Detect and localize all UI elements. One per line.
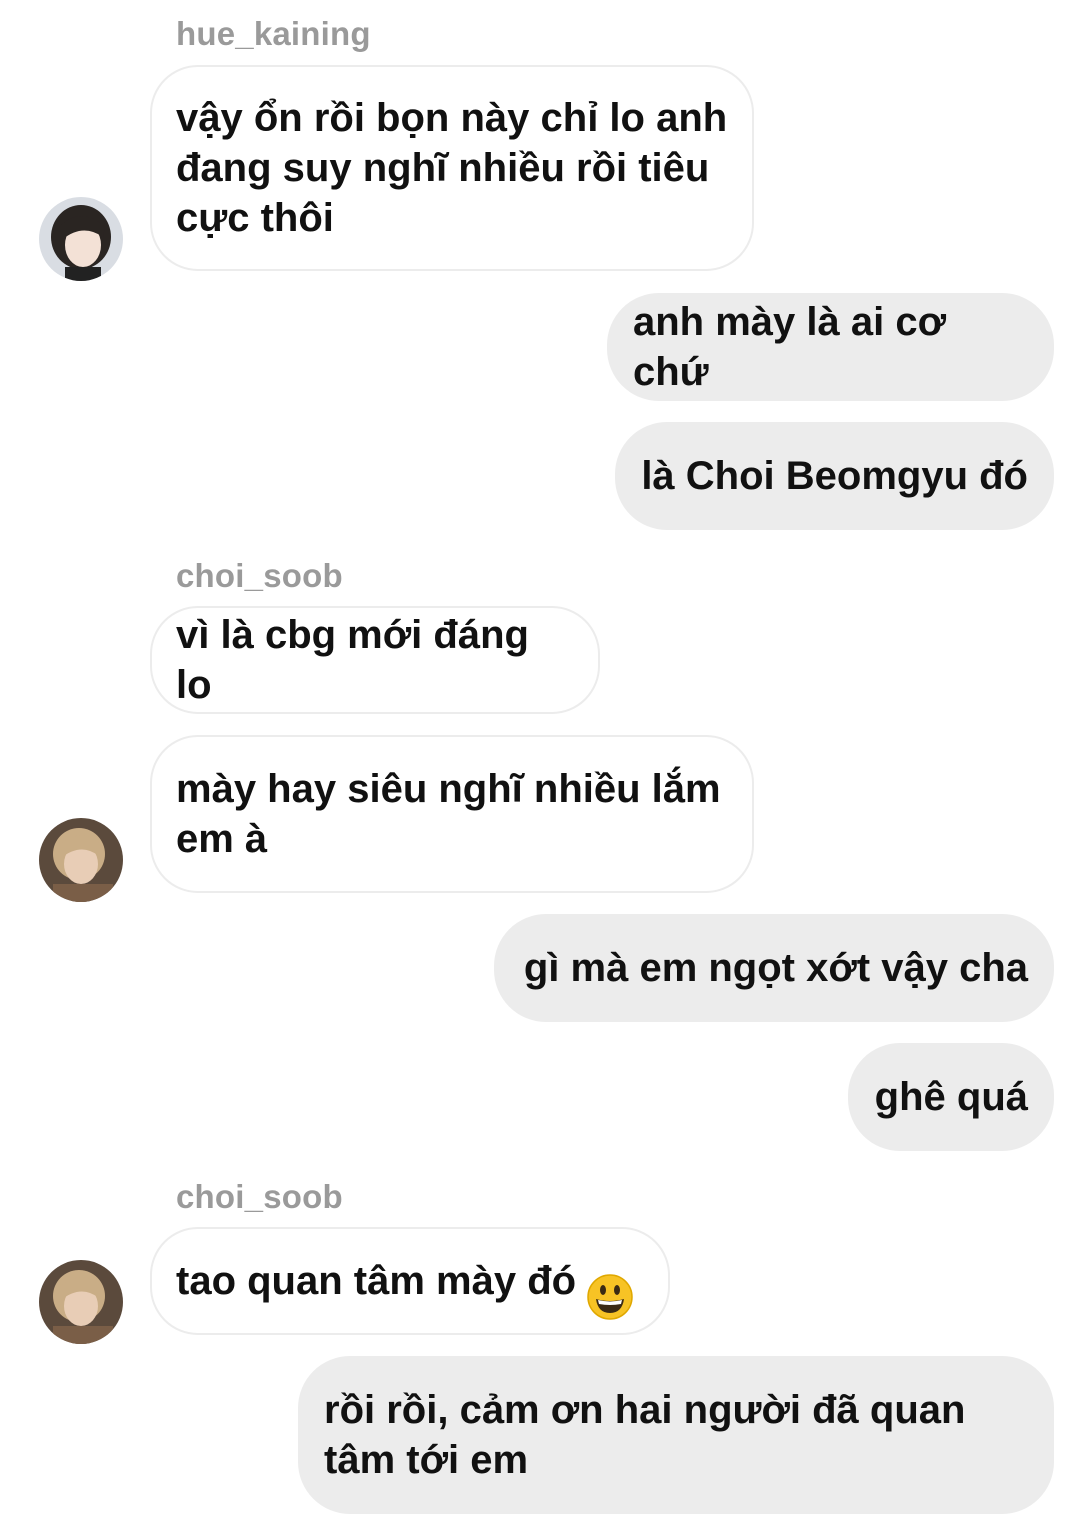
- message-text: anh mày là ai cơ chứ: [633, 300, 947, 394]
- message-text: vì là cbg mới đáng lo: [176, 613, 529, 707]
- message-text: ghê quá: [874, 1075, 1028, 1119]
- message-text: tao quan tâm mày đó: [176, 1259, 577, 1303]
- sender-username[interactable]: choi_soob: [176, 556, 343, 596]
- sender-username[interactable]: choi_soob: [176, 1177, 343, 1217]
- incoming-message-bubble[interactable]: vậy ổn rồi bọn này chỉ lo anh đang suy n…: [150, 65, 754, 271]
- incoming-message-bubble[interactable]: mày hay siêu nghĩ nhiều lắm em à: [150, 735, 754, 893]
- incoming-message-bubble[interactable]: tao quan tâm mày đó: [150, 1227, 670, 1335]
- message-text: gì mà em ngọt xớt vậy cha: [523, 946, 1028, 990]
- grinning-face-emoji: [586, 1223, 634, 1333]
- message-text: là Choi Beomgyu đó: [641, 454, 1028, 498]
- hue-kaining-avatar[interactable]: [39, 197, 123, 281]
- outgoing-message-bubble[interactable]: ghê quá: [848, 1043, 1054, 1151]
- message-text: vậy ổn rồi bọn này chỉ lo anh đang suy n…: [176, 96, 728, 240]
- outgoing-message-bubble[interactable]: rồi rồi, cảm ơn hai người đã quan tâm tớ…: [298, 1356, 1054, 1514]
- choi-soob-avatar[interactable]: [39, 1260, 123, 1344]
- message-text: rồi rồi, cảm ơn hai người đã quan tâm tớ…: [324, 1388, 966, 1482]
- sender-username[interactable]: hue_kaining: [176, 14, 371, 54]
- outgoing-message-bubble[interactable]: là Choi Beomgyu đó: [615, 422, 1054, 530]
- message-text: mày hay siêu nghĩ nhiều lắm em à: [176, 767, 721, 861]
- incoming-message-bubble[interactable]: vì là cbg mới đáng lo: [150, 606, 600, 714]
- outgoing-message-bubble[interactable]: anh mày là ai cơ chứ: [607, 293, 1054, 401]
- choi-soob-avatar[interactable]: [39, 818, 123, 902]
- outgoing-message-bubble[interactable]: gì mà em ngọt xớt vậy cha: [494, 914, 1054, 1022]
